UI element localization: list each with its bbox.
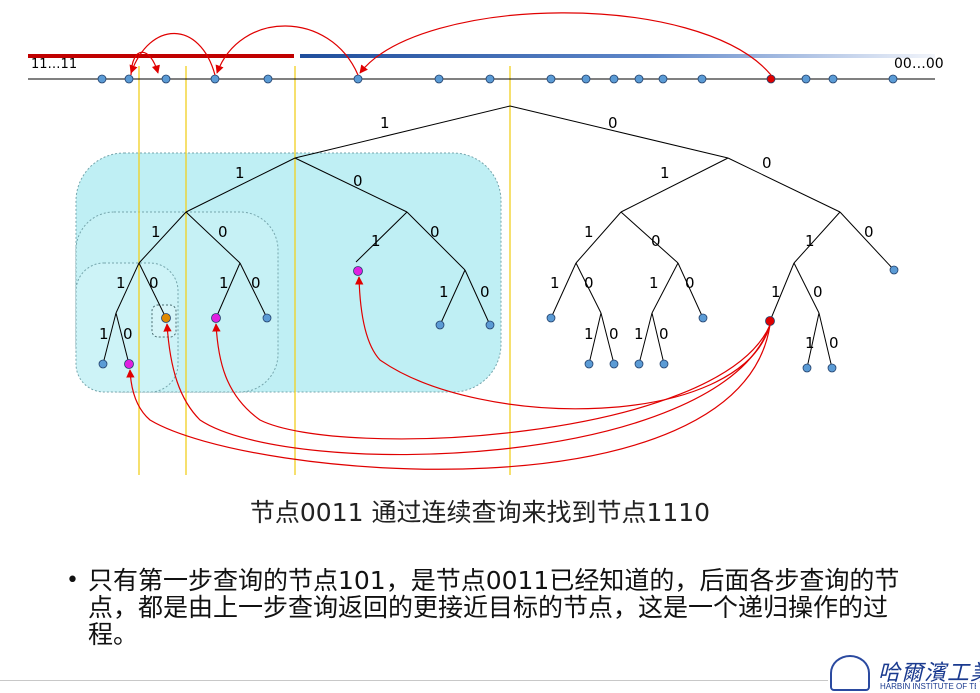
svg-text:1: 1 — [219, 274, 229, 292]
tree-node — [485, 320, 495, 330]
svg-text:1: 1 — [584, 325, 594, 343]
university-emblem-icon — [830, 655, 870, 691]
tree-node — [435, 320, 445, 330]
line-node — [210, 74, 220, 84]
svg-text:0: 0 — [584, 274, 594, 292]
tree-node — [659, 359, 669, 369]
svg-text:1: 1 — [649, 274, 659, 292]
line-node — [434, 74, 444, 84]
line-node — [888, 74, 898, 84]
bullet-marker: • — [66, 568, 79, 593]
bullet-point: • 只有第一步查询的节点101，是节点0011已经知道的，后面各步查询的节点，都… — [66, 567, 916, 648]
svg-text:1: 1 — [805, 232, 815, 250]
svg-text:1: 1 — [116, 274, 126, 292]
tree-node — [609, 359, 619, 369]
tree-node-hop-4 — [124, 359, 134, 369]
line-node — [485, 74, 495, 84]
logo-name-en: HARBIN INSTITUTE OF TECHNO — [880, 682, 976, 691]
line-node-source — [766, 74, 776, 84]
line-node — [581, 74, 591, 84]
diagram-caption: 节点0011 通过连续查询来找到节点1110 — [249, 498, 711, 527]
line-node — [828, 74, 838, 84]
line-node — [634, 74, 644, 84]
tree-node — [827, 363, 837, 373]
university-logo: 哈爾濱工業大 HARBIN INSTITUTE OF TECHNO — [830, 655, 980, 693]
svg-text:1: 1 — [660, 164, 670, 182]
svg-text:0: 0 — [123, 325, 133, 343]
tree-node — [698, 313, 708, 323]
svg-text:0: 0 — [651, 232, 661, 250]
svg-text:0: 0 — [251, 274, 261, 292]
line-node — [124, 74, 134, 84]
svg-text:1: 1 — [151, 223, 161, 241]
svg-text:1: 1 — [771, 283, 781, 301]
svg-text:0: 0 — [659, 325, 669, 343]
svg-text:0: 0 — [685, 274, 695, 292]
line-node — [609, 74, 619, 84]
svg-text:0: 0 — [430, 223, 440, 241]
svg-text:0: 0 — [762, 154, 772, 172]
svg-text:0: 0 — [353, 172, 363, 190]
line-node — [97, 74, 107, 84]
blue-bar — [300, 54, 935, 58]
tree-node — [262, 313, 272, 323]
bullet-text: 只有第一步查询的节点101，是节点0011已经知道的，后面各步查询的节点，都是由… — [88, 566, 900, 649]
right-id-label: 00…00 — [894, 56, 944, 72]
svg-text:0: 0 — [218, 223, 228, 241]
line-node — [161, 74, 171, 84]
tree-node — [802, 363, 812, 373]
svg-text:0: 0 — [480, 283, 490, 301]
tree-node — [584, 359, 594, 369]
svg-text:1: 1 — [550, 274, 560, 292]
line-node — [801, 74, 811, 84]
line-node — [697, 74, 707, 84]
line-node — [263, 74, 273, 84]
svg-text:1: 1 — [235, 164, 245, 182]
svg-text:0: 0 — [609, 325, 619, 343]
tree-node-hop-2 — [353, 266, 363, 276]
svg-text:1: 1 — [371, 232, 381, 250]
line-node — [353, 74, 363, 84]
line-node — [546, 74, 556, 84]
svg-text:1: 1 — [805, 334, 815, 352]
tree-node-source — [765, 316, 775, 326]
svg-text:0: 0 — [864, 223, 874, 241]
svg-text:1: 1 — [99, 325, 109, 343]
svg-text:0: 0 — [813, 283, 823, 301]
svg-text:1: 1 — [380, 114, 390, 132]
tree-node — [98, 359, 108, 369]
svg-text:0: 0 — [829, 334, 839, 352]
left-id-label: 11…11 — [31, 57, 77, 72]
line-node — [658, 74, 668, 84]
tree-node — [546, 313, 556, 323]
svg-text:0: 0 — [149, 274, 159, 292]
tree-node-hop-3 — [211, 313, 221, 323]
svg-text:1: 1 — [439, 283, 449, 301]
svg-text:0: 0 — [608, 114, 618, 132]
tree-node — [634, 359, 644, 369]
footer-divider — [0, 680, 828, 681]
svg-text:1: 1 — [634, 325, 644, 343]
line-hop-arrows — [129, 12, 772, 76]
svg-text:1: 1 — [584, 223, 594, 241]
tree-node — [889, 265, 899, 275]
subtree-regions — [75, 152, 502, 393]
tree-node-target — [161, 313, 171, 323]
